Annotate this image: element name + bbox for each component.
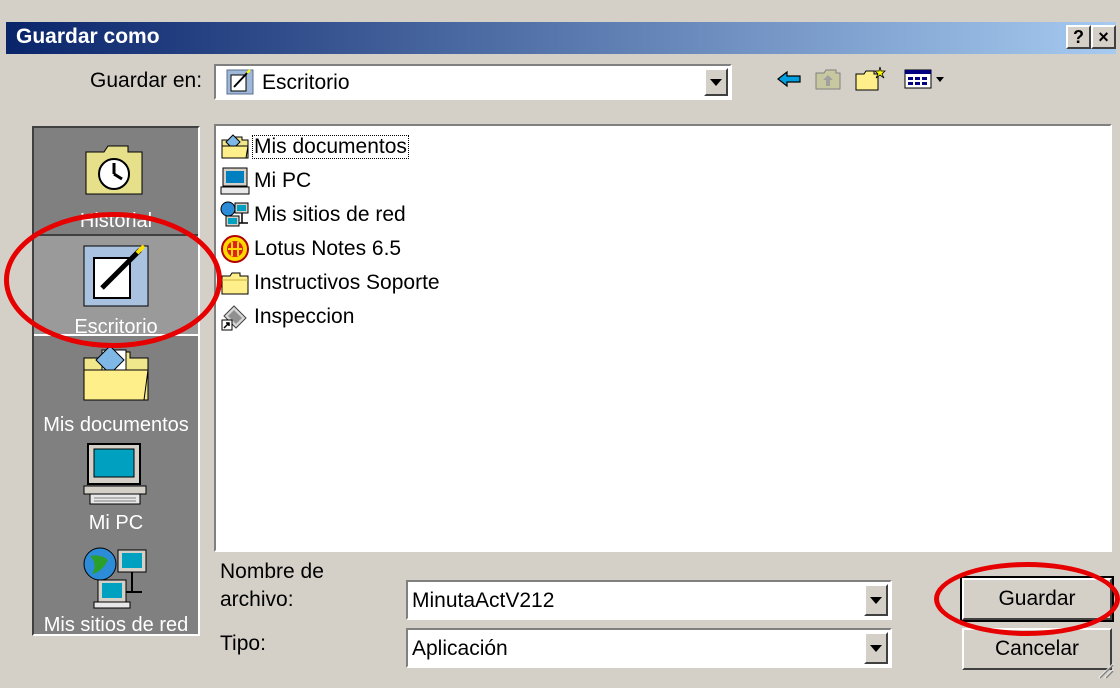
save-in-dropdown-button[interactable] [704,68,728,96]
network-places-icon [218,200,252,230]
history-icon [82,142,146,203]
help-icon: ? [1073,27,1084,47]
lotus-notes-icon [218,234,252,264]
place-label-desktop: Escritorio [74,316,158,338]
shortcut-icon [218,302,252,332]
places-bar: Historial Escritorio Mis documentos Mi P… [32,126,200,636]
file-item[interactable]: Mis documentos [218,132,409,162]
my-documents-icon [80,344,152,409]
desktop-icon [82,244,150,313]
file-item[interactable]: Instructivos Soporte [218,268,442,298]
save-in-label: Guardar en: [90,69,203,92]
save-in-combobox[interactable]: Escritorio [214,64,732,100]
filename-input[interactable]: MinutaActV212 [406,580,892,620]
back-button[interactable] [772,66,806,96]
close-icon: × [1098,27,1109,47]
file-item[interactable]: Mi PC [218,166,313,196]
network-places-icon [82,546,150,615]
my-computer-icon [218,166,252,196]
place-label-my-documents: Mis documentos [43,414,189,436]
new-folder-button[interactable] [850,66,890,96]
save-button[interactable]: Guardar [960,576,1114,622]
file-item[interactable]: Mis sitios de red [218,200,408,230]
file-item[interactable]: Lotus Notes 6.5 [218,234,403,264]
place-desktop[interactable]: Escritorio [34,234,198,338]
place-label-network: Mis sitios de red [43,614,189,636]
help-button[interactable]: ? [1066,25,1091,49]
file-name: Instructivos Soporte [254,271,440,294]
file-name: Lotus Notes 6.5 [254,237,402,260]
save-as-dialog: Guardar como ? × Guardar en: Escritorio [0,0,1120,688]
desktop-icon [226,69,254,100]
filename-label-line1: Nombre de [220,560,324,583]
save-in-value: Escritorio [262,71,350,94]
up-folder-button[interactable] [810,66,846,96]
my-documents-icon [218,132,252,162]
place-my-computer[interactable]: Mi PC [34,442,198,540]
place-label-history: Historial [79,210,153,232]
file-name: Inspeccion [254,305,355,328]
type-label: Tipo: [220,632,266,655]
filename-dropdown-button[interactable] [864,584,888,616]
cancel-button[interactable]: Cancelar [962,628,1112,670]
type-select[interactable]: Aplicación [406,628,892,668]
view-menu-icon [903,68,949,95]
file-name: Mis documentos [252,135,409,159]
file-list[interactable]: Mis documentos Mi PC Mis sitios de red L… [214,124,1112,552]
up-folder-icon [814,67,842,96]
place-network[interactable]: Mis sitios de red [34,542,198,636]
view-menu-button[interactable] [900,66,952,96]
folder-icon [218,268,252,298]
file-name: Mi PC [254,169,312,192]
type-value: Aplicación [412,637,508,660]
window-title: Guardar como [16,25,160,48]
close-button[interactable]: × [1091,25,1116,49]
resize-grip-icon[interactable] [1096,661,1114,684]
type-dropdown-button[interactable] [864,632,888,664]
new-folder-icon [854,66,886,97]
filename-value: MinutaActV212 [412,589,555,612]
file-name: Mis sitios de red [254,203,406,226]
place-my-documents[interactable]: Mis documentos [34,340,198,440]
back-arrow-icon [776,70,802,93]
title-bar: Guardar como ? × [6,22,1116,54]
my-computer-icon [82,442,150,511]
place-label-my-computer: Mi PC [88,512,144,534]
filename-label-line2: archivo: [220,588,294,611]
place-history[interactable]: Historial [34,136,198,234]
file-item[interactable]: Inspeccion [218,302,356,332]
